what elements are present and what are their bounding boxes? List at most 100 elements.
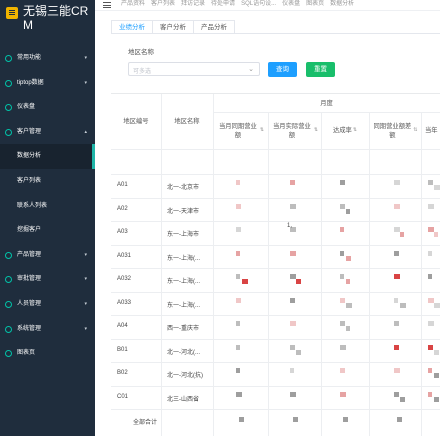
- region-code: A03: [117, 229, 128, 235]
- header-col2[interactable]: 当月实际营业额 ⇅: [268, 112, 321, 149]
- redacted-value: [400, 396, 405, 402]
- redacted-value: [340, 391, 346, 397]
- region-name[interactable]: 东一-上海(...: [167, 253, 200, 262]
- redacted-value: [346, 302, 352, 308]
- chevron-up-icon: ▴: [84, 128, 87, 135]
- sidebar-item[interactable]: 联系人列表: [0, 194, 95, 219]
- top-link[interactable]: 图表页: [306, 1, 324, 7]
- reset-button[interactable]: 重置: [306, 62, 335, 77]
- sidebar-item[interactable]: 产品管理 ▾: [0, 243, 95, 268]
- header-col4[interactable]: 同期营业额差额 ⇅: [369, 112, 421, 149]
- top-link[interactable]: 产品资料: [121, 1, 145, 7]
- tab[interactable]: 客户分析: [152, 20, 194, 34]
- region-filter-label: 地区名称: [128, 49, 154, 56]
- region-select-placeholder: 可多选: [133, 69, 152, 75]
- redacted-value: [434, 302, 440, 308]
- redacted-value: [236, 250, 240, 256]
- header-col3-label: 达成率: [332, 127, 352, 134]
- top-link[interactable]: SQL语句设...: [241, 1, 276, 7]
- sort-icon[interactable]: ⇅: [353, 126, 357, 135]
- region-select[interactable]: 可多选 ⌄: [128, 62, 260, 76]
- region-name[interactable]: 西一-重庆市: [167, 323, 199, 332]
- top-quick-links: 产品资料 客户列表 拜访记录 待处申请 SQL语句设... 仪表盘 图表页 数据分析: [121, 0, 360, 9]
- app-title: 无锡三能CRM: [23, 4, 89, 32]
- table-gridline: [421, 112, 422, 436]
- region-name[interactable]: 北一-北京市: [167, 182, 199, 191]
- sidebar-item-label: 图表页: [17, 350, 36, 357]
- region-name[interactable]: 北一-河北(抗): [167, 370, 203, 379]
- redacted-value: [340, 180, 345, 185]
- tab-bar: 业绩分析 客户分析 产品分析: [111, 20, 235, 34]
- table-gridline: [111, 315, 440, 316]
- sort-icon[interactable]: ⇅: [314, 126, 318, 135]
- header-col1[interactable]: 当月同期营业额 ⇅: [213, 112, 268, 149]
- redacted-value: [434, 396, 439, 402]
- sidebar-item[interactable]: 人员管理 ▾: [0, 292, 95, 317]
- circle-icon: [5, 104, 12, 112]
- sidebar-item-label: 联系人列表: [17, 202, 48, 209]
- redacted-value: [428, 203, 434, 209]
- redacted-value: [236, 227, 241, 232]
- header-col5[interactable]: 当年: [421, 112, 440, 149]
- sidebar-item-label: 数据分析: [17, 153, 42, 160]
- sidebar-item[interactable]: 系统管理 ▾: [0, 317, 95, 342]
- header-code[interactable]: 地区编号: [111, 94, 161, 149]
- top-link[interactable]: 数据分析: [330, 1, 354, 7]
- top-link[interactable]: 仪表盘: [282, 1, 300, 7]
- table-gridline: [111, 409, 440, 410]
- region-name[interactable]: 北三-山西省: [167, 394, 199, 403]
- region-name[interactable]: 东一-上海市: [167, 229, 199, 238]
- table-gridline: [111, 244, 440, 246]
- redacted-value: [434, 373, 439, 378]
- chevron-down-icon: ▾: [84, 55, 87, 61]
- table-gridline: [111, 338, 440, 340]
- region-name[interactable]: 东一-上海(...: [167, 300, 200, 309]
- redacted-value: [340, 368, 345, 373]
- region-code: B02: [117, 370, 128, 376]
- hamburger-icon[interactable]: [103, 2, 111, 8]
- redacted-value: [236, 297, 241, 303]
- table-gridline: [111, 385, 440, 387]
- chevron-down-icon: ▾: [84, 276, 87, 283]
- redacted-value: [340, 344, 346, 350]
- region-name[interactable]: 北一-河北(...: [167, 347, 200, 356]
- redacted-value: [428, 391, 432, 397]
- redacted-value: [290, 391, 296, 397]
- redacted-value: [340, 227, 344, 232]
- sidebar-item[interactable]: 数据分析: [0, 144, 95, 169]
- chevron-down-icon: ▾: [84, 325, 87, 332]
- sidebar-item[interactable]: tiptop数据 ▾: [0, 71, 95, 96]
- menu-logo-icon[interactable]: [6, 7, 18, 19]
- region-name[interactable]: 北一-天津市: [167, 206, 199, 215]
- redacted-value: [290, 344, 295, 350]
- sidebar-item[interactable]: 审批管理 ▾: [0, 267, 95, 292]
- top-link[interactable]: 待处申请: [211, 1, 235, 7]
- sidebar-item[interactable]: 常用功能 ▾: [0, 46, 95, 71]
- sidebar: 无锡三能CRM 常用功能 ▾ tiptop数据 ▾ 仪表盘 客户管理 ▴ 数据分析客户列表联系…: [0, 0, 95, 436]
- tab[interactable]: 业绩分析: [111, 20, 153, 34]
- sidebar-item[interactable]: 客户管理 ▴: [0, 120, 95, 145]
- sidebar-item[interactable]: 图表页: [0, 341, 95, 366]
- redacted-value: [290, 368, 294, 373]
- query-button[interactable]: 查询: [268, 62, 297, 77]
- redacted-value: [242, 279, 248, 284]
- redacted-value: [428, 250, 432, 256]
- tab[interactable]: 产品分析: [193, 20, 235, 34]
- sort-icon[interactable]: ⇅: [413, 126, 417, 135]
- top-link[interactable]: 客户列表: [151, 1, 175, 7]
- sidebar-item[interactable]: 客户列表: [0, 169, 95, 194]
- region-code: A031: [117, 252, 132, 259]
- region-code: B01: [117, 346, 128, 353]
- circle-icon: [5, 251, 12, 259]
- sort-icon[interactable]: ⇅: [260, 126, 264, 135]
- header-col3[interactable]: 达成率 ⇅: [321, 112, 369, 149]
- sidebar-item[interactable]: 挖掘客户: [0, 218, 95, 243]
- top-link[interactable]: 拜访记录: [181, 1, 205, 7]
- redacted-value: [290, 250, 296, 256]
- header-name[interactable]: 地区名称: [161, 94, 213, 149]
- region-code: C01: [117, 393, 129, 400]
- sidebar-item[interactable]: 仪表盘: [0, 95, 95, 120]
- header-col4-label: 同期营业额差额: [373, 122, 412, 139]
- table-gridline: [111, 221, 440, 222]
- region-name[interactable]: 东一-上海(...: [167, 276, 200, 285]
